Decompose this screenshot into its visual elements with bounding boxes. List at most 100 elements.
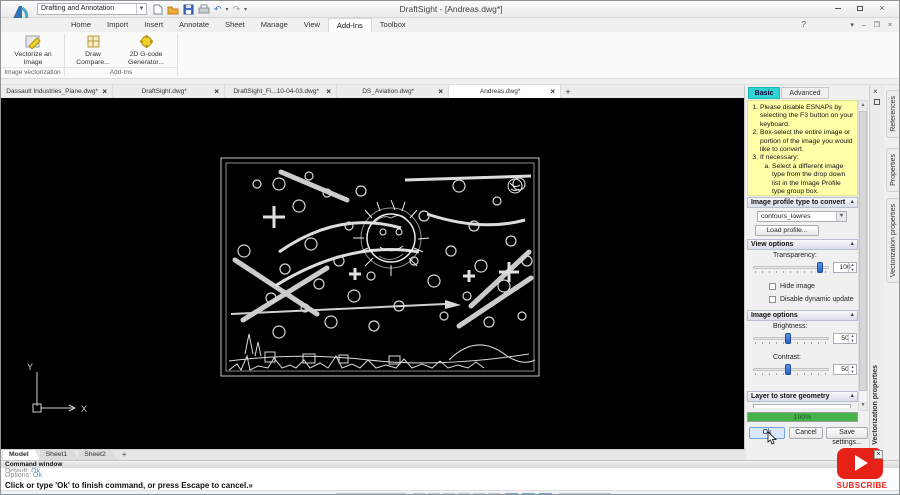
scrollbar-thumb[interactable] — [859, 111, 867, 391]
panel-pin-icon[interactable] — [874, 99, 880, 105]
section-image-profile[interactable]: Image profile type to convert ▲ — [747, 197, 858, 208]
collapse-icon[interactable]: ▲ — [850, 198, 855, 207]
doctab-dassault[interactable]: Dassault Industries_Plane.dwg* × — [1, 85, 113, 98]
section-view-options[interactable]: View options ▲ — [747, 239, 858, 250]
cancel-button[interactable]: Cancel — [789, 427, 823, 439]
tab-sheet[interactable]: Sheet — [217, 18, 253, 32]
tab-import[interactable]: Import — [99, 18, 136, 32]
checkbox-icon[interactable] — [769, 283, 776, 290]
slider-thumb[interactable] — [785, 333, 791, 344]
slider-thumb[interactable] — [817, 262, 823, 273]
load-profile-button[interactable]: Load profile... — [755, 225, 819, 236]
tab-manage[interactable]: Manage — [253, 18, 296, 32]
doctab-ds-aviation[interactable]: DS_Aviation.dwg* × — [337, 85, 449, 98]
transparency-spinbox[interactable]: 100 ▲ ▼ — [833, 262, 857, 273]
sidetab-vectorization-properties[interactable]: Vectorization properties — [886, 198, 899, 284]
profile-combobox[interactable]: contours_lowres ▼ — [757, 211, 847, 222]
command-window-header[interactable]: Command window — [1, 460, 899, 468]
undo-icon[interactable]: ↶ — [214, 4, 222, 15]
subscribe-label[interactable]: SUBSCRIBE — [831, 481, 893, 490]
scroll-up-icon[interactable]: ▲ — [859, 101, 867, 110]
gcode-generator-button[interactable]: 2D G-code Generator... — [119, 34, 173, 67]
scroll-down-icon[interactable]: ▼ — [859, 401, 867, 410]
close-icon[interactable]: × — [100, 87, 109, 96]
save-settings-button[interactable]: Save settings... — [826, 427, 868, 446]
open-folder-icon[interactable] — [167, 4, 179, 15]
contrast-slider[interactable] — [753, 364, 829, 377]
instructions-box: 1. Please disable ESNAPs by selecting th… — [747, 100, 858, 196]
spin-arrows-icon[interactable]: ▲ ▼ — [848, 333, 856, 343]
collapse-icon[interactable]: ▲ — [850, 311, 855, 320]
section-image-options[interactable]: Image options ▲ — [747, 310, 858, 321]
panel-scrollbar[interactable]: ▲ ▼ — [858, 100, 868, 411]
command-window[interactable]: Default: Ok Options: Ok Click or type 'O… — [1, 468, 899, 490]
close-button[interactable]: × — [875, 3, 889, 14]
tab-toolbox[interactable]: Toolbox — [372, 18, 414, 32]
close-icon[interactable]: × — [436, 87, 445, 96]
checkbox-icon[interactable] — [769, 296, 776, 303]
redo-caret-icon[interactable]: ▾ — [244, 6, 247, 13]
disable-dynamic-update-checkbox[interactable]: Disable dynamic update — [769, 296, 854, 303]
tab-insert[interactable]: Insert — [136, 18, 171, 32]
section-layer-geometry[interactable]: Layer to store geometry ▲ — [747, 391, 858, 402]
hide-image-checkbox[interactable]: Hide image — [769, 283, 815, 290]
drawing-canvas[interactable]: Y X — [1, 98, 746, 449]
restore-button[interactable] — [853, 3, 867, 14]
draw-compare-label: Draw Compare... — [76, 51, 110, 66]
contrast-label: Contrast: — [773, 354, 801, 361]
tab-home[interactable]: Home — [63, 18, 99, 32]
chevron-down-icon: ▼ — [836, 212, 846, 221]
sheettab-sheet1[interactable]: Sheet1 — [40, 450, 79, 460]
doctab-draftsight[interactable]: DraftSight.dwg* × — [113, 85, 225, 98]
spin-arrows-icon[interactable]: ▲ ▼ — [848, 262, 856, 272]
minimize-button[interactable] — [831, 3, 845, 14]
doctab-andreas[interactable]: Andreas.dwg* × — [449, 85, 561, 98]
draw-compare-button[interactable]: Draw Compare... — [69, 34, 117, 67]
tab-view[interactable]: View — [296, 18, 328, 32]
transparency-slider[interactable] — [753, 262, 829, 275]
panel-vertical-title: Vectorization properties — [872, 365, 879, 445]
vectorized-drawing — [220, 157, 540, 377]
tab-basic[interactable]: Basic — [748, 87, 780, 99]
redo-icon[interactable]: ↷ — [233, 4, 241, 15]
sheettab-model[interactable]: Model — [3, 450, 40, 460]
vectorization-panel: Basic Advanced 1. Please disable ESNAPs … — [744, 86, 869, 449]
collapse-icon[interactable]: ▲ — [850, 392, 855, 401]
tab-add-ins[interactable]: Add-Ins — [327, 18, 372, 32]
brightness-spinbox[interactable]: 50 ▲ ▼ — [833, 333, 857, 344]
add-sheet-button[interactable]: + — [117, 450, 132, 460]
collapse-icon[interactable]: ▲ — [850, 240, 855, 249]
tab-advanced[interactable]: Advanced — [781, 87, 829, 99]
sidetab-properties[interactable]: Properties — [886, 148, 899, 192]
sheettab-sheet2[interactable]: Sheet2 — [78, 450, 117, 460]
slider-thumb[interactable] — [785, 364, 791, 375]
save-icon[interactable] — [183, 4, 194, 15]
layer-combobox-partial[interactable] — [753, 404, 851, 408]
brightness-slider[interactable] — [753, 333, 829, 346]
document-window-controls[interactable]: ▾ – ❐ × — [850, 21, 895, 29]
new-document-tab-button[interactable]: + — [561, 85, 575, 98]
close-icon[interactable]: × — [324, 87, 333, 96]
vectorize-image-button[interactable]: Vectorize an Image — [5, 34, 61, 67]
side-tab-strip: References Properties Vectorization prop… — [884, 86, 899, 449]
panel-close-icon[interactable]: × — [873, 87, 878, 96]
undo-caret-icon[interactable]: ▾ — [226, 6, 229, 13]
doctab-draftsight-fi[interactable]: DraftSight_Fi...10-04-03.dwg* × — [225, 85, 337, 98]
ribbon: Vectorize an Image Draw Compare... 2D G-… — [1, 32, 899, 79]
options-ok-link[interactable]: Ok — [33, 472, 42, 479]
close-icon[interactable]: × — [548, 87, 557, 96]
close-icon[interactable]: × — [212, 87, 221, 96]
sidetab-references[interactable]: References — [886, 90, 899, 138]
workspace-label: Drafting and Annotation — [41, 5, 115, 12]
contrast-spinbox[interactable]: 50 ▲ ▼ — [833, 364, 857, 375]
new-file-icon[interactable] — [153, 4, 163, 15]
spin-arrows-icon[interactable]: ▲ ▼ — [848, 364, 856, 374]
chevron-down-icon: ▼ — [136, 4, 146, 14]
print-icon[interactable] — [198, 4, 210, 15]
workspace-select[interactable]: Drafting and Annotation ▼ — [37, 3, 147, 15]
tab-annotate[interactable]: Annotate — [171, 18, 217, 32]
doctab-label: DS_Aviation.dwg* — [362, 88, 415, 95]
panel-title-strip: × Vectorization properties — [869, 86, 884, 449]
overlay-close-icon[interactable]: × — [874, 450, 883, 459]
help-button[interactable]: ? — [802, 20, 806, 29]
